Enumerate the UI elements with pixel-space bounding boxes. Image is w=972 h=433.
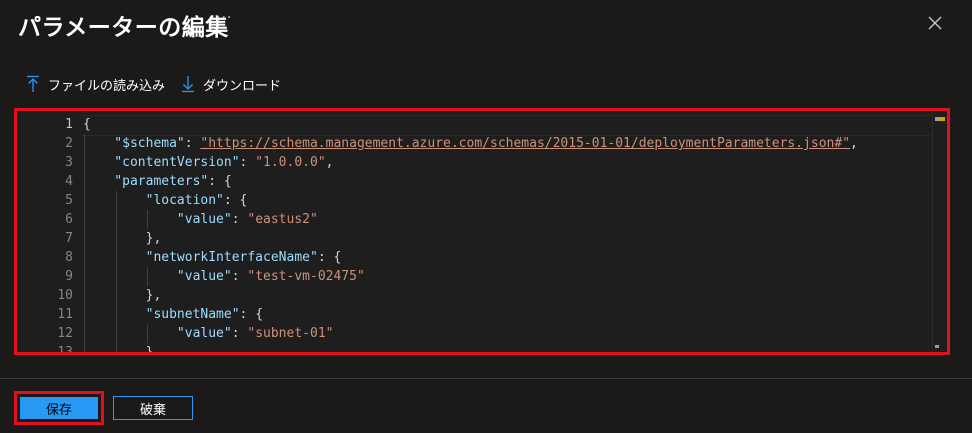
json-punctuation: , (325, 155, 334, 170)
json-string: "test-vm-02475" (247, 269, 365, 284)
json-punctuation: : (231, 212, 248, 227)
code-line: "$schema": "https://schema.management.az… (83, 134, 858, 153)
line-number: 11 (57, 307, 73, 322)
code-line: "parameters": { (83, 172, 232, 191)
code-line: "networkInterfaceName": { (83, 248, 342, 267)
line-number: 9 (65, 269, 73, 284)
line-number-gutter: 1 2 3 4 5 6 7 8 9 10 11 12 13 (17, 111, 83, 352)
close-icon (928, 16, 942, 30)
json-punctuation: : (239, 155, 256, 170)
editor-scrollbar[interactable] (932, 111, 947, 352)
more-options-button[interactable]: ··· (216, 10, 232, 26)
download-icon (182, 76, 195, 93)
scrollbar-marker (935, 345, 939, 348)
load-file-button[interactable]: ファイルの読み込み (26, 75, 165, 94)
download-button[interactable]: ダウンロード (181, 75, 281, 94)
json-punctuation: : (231, 269, 248, 284)
json-punctuation: , (850, 136, 858, 151)
json-key: "contentVersion" (83, 155, 240, 170)
code-line: }, (83, 229, 162, 248)
save-highlight: 保存 (14, 391, 104, 425)
line-number: 7 (65, 231, 73, 246)
line-number: 1 (65, 117, 73, 132)
discard-button[interactable]: 破棄 (113, 396, 193, 420)
code-line: "value": "eastus2" (83, 210, 318, 229)
warning-marker (939, 117, 945, 121)
json-key: "value" (83, 212, 232, 227)
line-number: 5 (65, 193, 73, 208)
json-key: "networkInterfaceName" (83, 250, 318, 265)
code-line: "contentVersion": "1.0.0.0", (83, 153, 333, 172)
code-line: "location": { (83, 191, 248, 210)
json-string: "1.0.0.0" (255, 155, 326, 170)
json-punctuation: : (231, 326, 248, 341)
footer-divider (0, 378, 972, 379)
code-line: }, (83, 343, 162, 355)
line-number: 6 (65, 212, 73, 227)
json-string: "https://schema.management.azure.com/sch… (200, 136, 851, 151)
code-line: { (83, 115, 91, 134)
close-button[interactable] (924, 12, 946, 34)
json-punctuation: { (83, 117, 91, 132)
json-string: "subnet-01" (247, 326, 334, 341)
code-area[interactable]: { "$schema": "https://schema.management.… (83, 111, 933, 352)
line-number: 3 (65, 155, 73, 170)
code-line: "value": "test-vm-02475" (83, 267, 365, 286)
code-line: "value": "subnet-01" (83, 324, 334, 343)
json-key: "subnetName" (83, 307, 240, 322)
json-punctuation: }, (83, 288, 162, 303)
json-editor[interactable]: 1 2 3 4 5 6 7 8 9 10 11 12 13 { "$schema": "https://… (17, 111, 947, 352)
toolbar: ファイルの読み込み ダウンロード (26, 72, 297, 96)
line-number: 10 (57, 288, 73, 303)
save-button[interactable]: 保存 (20, 397, 98, 419)
json-punctuation: : { (208, 174, 232, 189)
code-line: "subnetName": { (83, 305, 263, 324)
json-string: "eastus2" (247, 212, 318, 227)
download-label: ダウンロード (203, 78, 282, 94)
editor-highlight: 1 2 3 4 5 6 7 8 9 10 11 12 13 { "$schema": "https://… (14, 108, 950, 355)
json-key: "location" (83, 193, 224, 208)
load-file-label: ファイルの読み込み (48, 78, 166, 94)
line-number: 2 (65, 136, 73, 151)
json-key: "value" (83, 326, 232, 341)
line-number: 4 (65, 174, 73, 189)
code-line: }, (83, 286, 162, 305)
json-punctuation: }, (83, 231, 162, 246)
json-punctuation: : { (317, 250, 342, 265)
line-number: 12 (57, 326, 73, 341)
json-key: "parameters" (83, 174, 209, 189)
line-number: 13 (57, 345, 73, 355)
line-number: 8 (65, 250, 73, 265)
json-punctuation: : { (223, 193, 248, 208)
upload-icon (27, 75, 39, 92)
json-punctuation: }, (83, 345, 162, 355)
json-key: "value" (83, 269, 232, 284)
json-punctuation: : (184, 136, 201, 151)
json-punctuation: : { (239, 307, 264, 322)
panel-title: パラメーターの編集 (18, 15, 229, 41)
json-key: "$schema" (83, 136, 185, 151)
